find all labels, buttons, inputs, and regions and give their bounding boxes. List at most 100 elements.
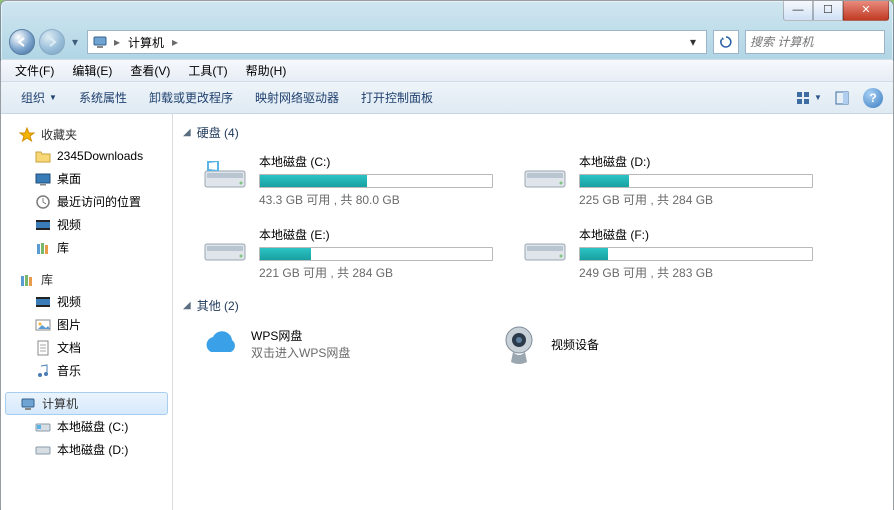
- sidebar-item-libraries-fav[interactable]: 库: [1, 236, 172, 259]
- other-group-header[interactable]: ◢ 其他 (2): [183, 297, 883, 314]
- sidebar-item-documents-lib[interactable]: 文档: [1, 336, 172, 359]
- search-box[interactable]: [745, 30, 885, 54]
- sidebar-item-label: 最近访问的位置: [57, 193, 141, 210]
- forward-button[interactable]: [39, 29, 65, 55]
- sidebar-item-drive-d[interactable]: 本地磁盘 (D:): [1, 438, 172, 461]
- sidebar-favorites-label: 收藏夹: [41, 126, 77, 143]
- drive-hdd-icon: [521, 226, 569, 266]
- main-content: ◢ 硬盘 (4) 本地磁盘 (C:) 43.3 GB 可用 , 共 80.0 G…: [173, 114, 893, 510]
- view-options-button[interactable]: ▼: [791, 86, 827, 110]
- breadcrumb-separator-icon[interactable]: ▸: [170, 35, 180, 49]
- drive-item[interactable]: 本地磁盘 (D:) 225 GB 可用 , 共 284 GB: [517, 149, 817, 212]
- forward-arrow-icon: [46, 36, 58, 48]
- drive-name: 本地磁盘 (F:): [579, 226, 813, 243]
- sidebar-favorites-header[interactable]: 收藏夹: [1, 124, 172, 145]
- other-item-name: WPS网盘: [251, 327, 350, 344]
- sidebar-item-label: 本地磁盘 (D:): [57, 441, 128, 458]
- sidebar-item-label: 2345Downloads: [57, 149, 143, 163]
- menu-tools[interactable]: 工具(T): [180, 60, 235, 81]
- back-button[interactable]: [9, 29, 35, 55]
- other-item[interactable]: WPS网盘 双击进入WPS网盘: [197, 322, 457, 366]
- sidebar-libraries-header[interactable]: 库: [1, 269, 172, 290]
- drive-capacity-bar: [579, 247, 813, 261]
- drive-stats: 43.3 GB 可用 , 共 80.0 GB: [259, 191, 493, 208]
- breadcrumb-separator-icon[interactable]: ▸: [112, 35, 122, 49]
- sidebar-item-label: 本地磁盘 (C:): [57, 418, 128, 435]
- sidebar-item-desktop[interactable]: 桌面: [1, 167, 172, 190]
- drive-capacity-bar: [259, 247, 493, 261]
- other-item-sub: 双击进入WPS网盘: [251, 344, 350, 361]
- drive-hdd-icon: [201, 153, 249, 193]
- sidebar-computer-header[interactable]: 计算机: [5, 392, 168, 415]
- drive-name: 本地磁盘 (D:): [579, 153, 813, 170]
- sidebar-favorites-group: 收藏夹 2345Downloads 桌面 最近访问的位置 视频: [1, 124, 172, 259]
- menu-help[interactable]: 帮助(H): [238, 60, 295, 81]
- sidebar-item-label: 文档: [57, 339, 81, 356]
- command-bar: 组织▼ 系统属性 卸载或更改程序 映射网络驱动器 打开控制面板 ▼ ?: [1, 82, 893, 114]
- sidebar-item-label: 视频: [57, 293, 81, 310]
- nav-history-dropdown[interactable]: ▾: [69, 29, 81, 55]
- menu-bar: 文件(F) 编辑(E) 查看(V) 工具(T) 帮助(H): [1, 59, 893, 82]
- organize-button[interactable]: 组织▼: [11, 86, 67, 110]
- open-control-panel-button[interactable]: 打开控制面板: [351, 86, 443, 110]
- back-arrow-icon: [16, 36, 28, 48]
- other-group: ◢ 其他 (2) WPS网盘 双击进入WPS网盘 视频设备: [183, 297, 883, 366]
- sidebar-item-video-lib[interactable]: 视频: [1, 290, 172, 313]
- drive-hdd-icon: [201, 226, 249, 266]
- sidebar-item-label: 图片: [57, 316, 81, 333]
- close-button[interactable]: ✕: [843, 1, 889, 21]
- nav-arrows: ▾: [9, 29, 81, 55]
- address-bar[interactable]: ▸ 计算机 ▸ ▾: [87, 30, 707, 54]
- drive-name: 本地磁盘 (E:): [259, 226, 493, 243]
- map-network-drive-button[interactable]: 映射网络驱动器: [245, 86, 349, 110]
- explorer-window: — ☐ ✕ ▾ ▸ 计算机 ▸ ▾: [0, 0, 894, 510]
- sidebar-item-label: 桌面: [57, 170, 81, 187]
- drive-name: 本地磁盘 (C:): [259, 153, 493, 170]
- sidebar-libraries-label: 库: [41, 271, 53, 288]
- drives-group-header[interactable]: ◢ 硬盘 (4): [183, 124, 883, 141]
- sidebar-item-recent[interactable]: 最近访问的位置: [1, 190, 172, 213]
- sidebar-item-music-lib[interactable]: 音乐: [1, 359, 172, 382]
- menu-edit[interactable]: 编辑(E): [64, 60, 120, 81]
- drive-item[interactable]: 本地磁盘 (E:) 221 GB 可用 , 共 284 GB: [197, 222, 497, 285]
- drive-item[interactable]: 本地磁盘 (F:) 249 GB 可用 , 共 283 GB: [517, 222, 817, 285]
- folder-icon: [35, 148, 51, 164]
- music-lib-icon: [35, 363, 51, 379]
- sidebar-item-label: 音乐: [57, 362, 81, 379]
- sidebar: 收藏夹 2345Downloads 桌面 最近访问的位置 视频: [1, 114, 173, 510]
- drive-stats: 225 GB 可用 , 共 284 GB: [579, 191, 813, 208]
- system-properties-button[interactable]: 系统属性: [69, 86, 137, 110]
- address-dropdown[interactable]: ▾: [684, 35, 702, 49]
- minimize-button[interactable]: —: [783, 1, 813, 21]
- menu-file[interactable]: 文件(F): [7, 60, 62, 81]
- navigation-row: ▾ ▸ 计算机 ▸ ▾: [1, 25, 893, 59]
- cloud-icon: [197, 322, 241, 366]
- sidebar-libraries-group: 库 视频 图片 文档 音乐: [1, 269, 172, 382]
- webcam-icon: [497, 322, 541, 366]
- help-button[interactable]: ?: [863, 88, 883, 108]
- sidebar-item-label: 库: [57, 239, 69, 256]
- sidebar-item-pictures-lib[interactable]: 图片: [1, 313, 172, 336]
- favorites-star-icon: [19, 127, 35, 143]
- drive-item[interactable]: 本地磁盘 (C:) 43.3 GB 可用 , 共 80.0 GB: [197, 149, 497, 212]
- preview-pane-button[interactable]: [829, 86, 855, 110]
- view-options-icon: [796, 91, 812, 105]
- search-input[interactable]: [750, 35, 894, 49]
- sidebar-item-drive-c[interactable]: 本地磁盘 (C:): [1, 415, 172, 438]
- pictures-lib-icon: [35, 317, 51, 333]
- sidebar-item-video-fav[interactable]: 视频: [1, 213, 172, 236]
- maximize-button[interactable]: ☐: [813, 1, 843, 21]
- window-controls: — ☐ ✕: [783, 1, 889, 21]
- breadcrumb-computer[interactable]: 计算机: [122, 31, 170, 53]
- refresh-button[interactable]: [713, 30, 739, 54]
- other-group-label: 其他 (2): [197, 297, 239, 314]
- other-item[interactable]: 视频设备: [497, 322, 757, 366]
- sidebar-item-label: 视频: [57, 216, 81, 233]
- drives-group: ◢ 硬盘 (4) 本地磁盘 (C:) 43.3 GB 可用 , 共 80.0 G…: [183, 124, 883, 285]
- libraries-icon: [19, 272, 35, 288]
- menu-view[interactable]: 查看(V): [122, 60, 178, 81]
- uninstall-programs-button[interactable]: 卸载或更改程序: [139, 86, 243, 110]
- sidebar-item-downloads[interactable]: 2345Downloads: [1, 145, 172, 167]
- libraries-icon: [35, 240, 51, 256]
- preview-pane-icon: [835, 91, 849, 105]
